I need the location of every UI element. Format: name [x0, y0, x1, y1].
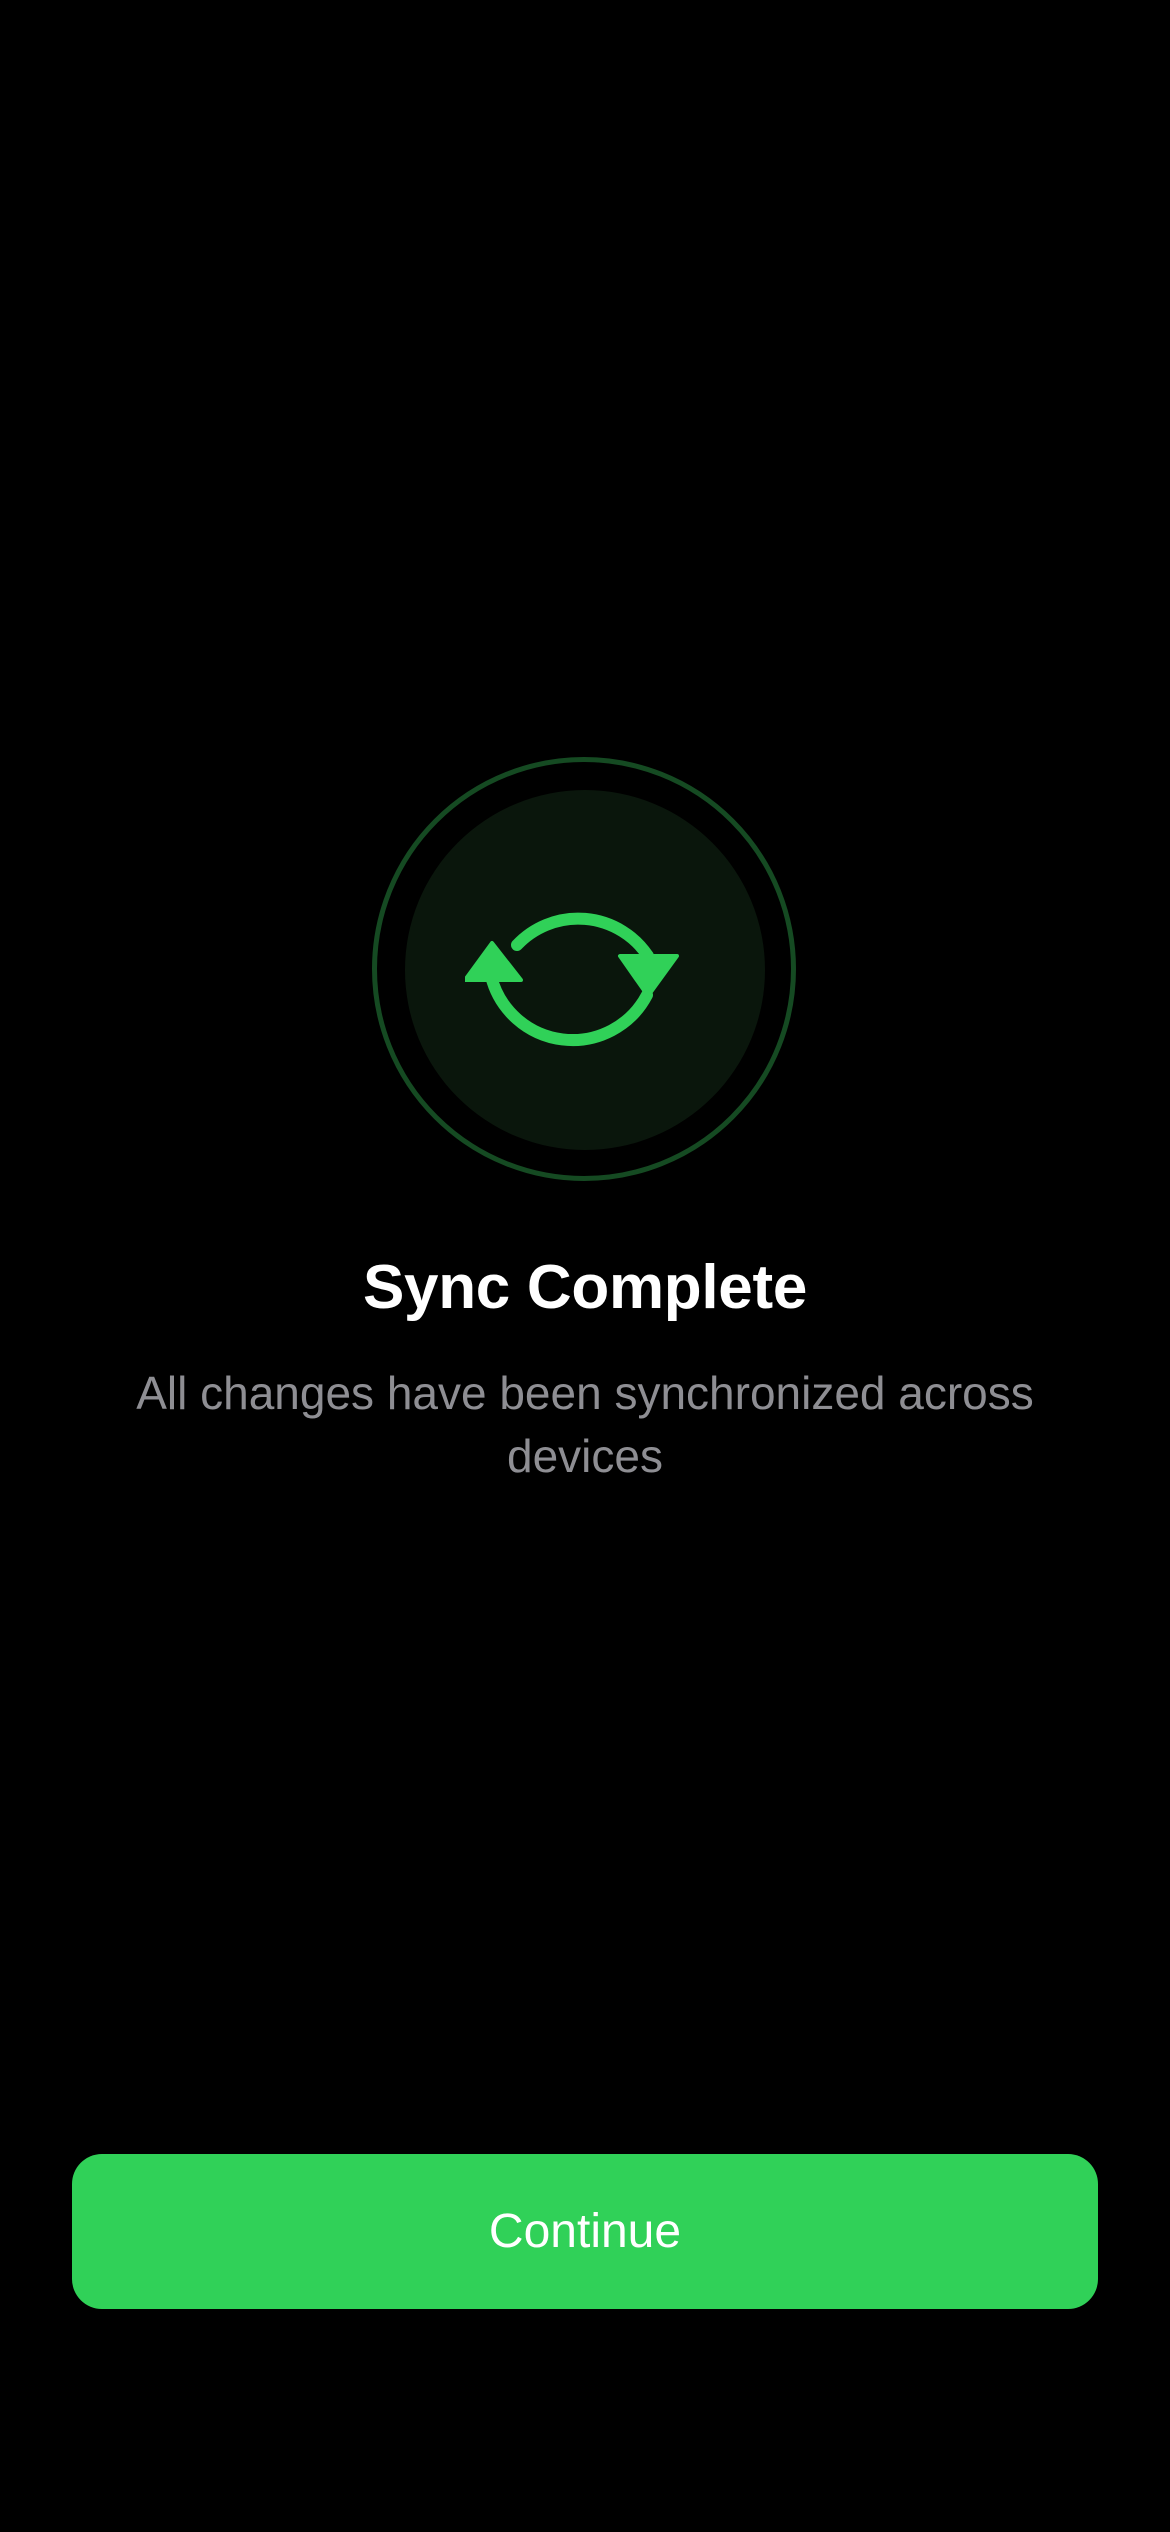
sync-arrows-icon [465, 850, 705, 1090]
continue-button[interactable]: Continue [72, 2154, 1098, 2309]
sync-complete-screen: Sync Complete All changes have been sync… [0, 0, 1170, 2532]
page-title: Sync Complete [363, 1253, 807, 1322]
status-message: All changes have been synchronized acros… [136, 1367, 1034, 1482]
